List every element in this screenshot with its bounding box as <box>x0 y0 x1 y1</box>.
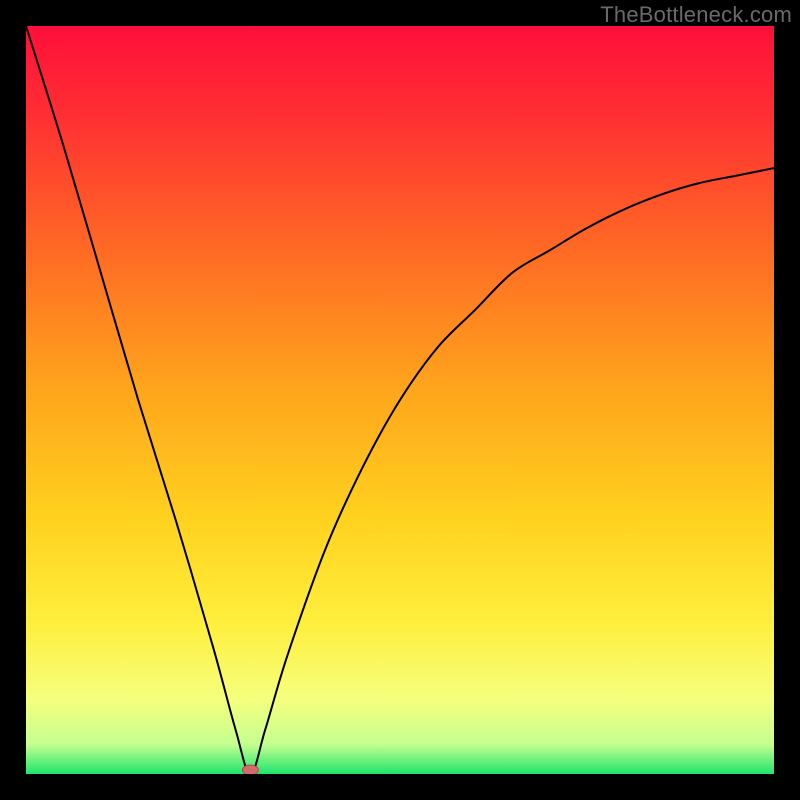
chart-frame: TheBottleneck.com <box>0 0 800 800</box>
minimum-marker <box>242 765 258 774</box>
plot-area <box>26 26 774 774</box>
watermark-label: TheBottleneck.com <box>600 2 792 28</box>
bottleneck-chart <box>26 26 774 774</box>
